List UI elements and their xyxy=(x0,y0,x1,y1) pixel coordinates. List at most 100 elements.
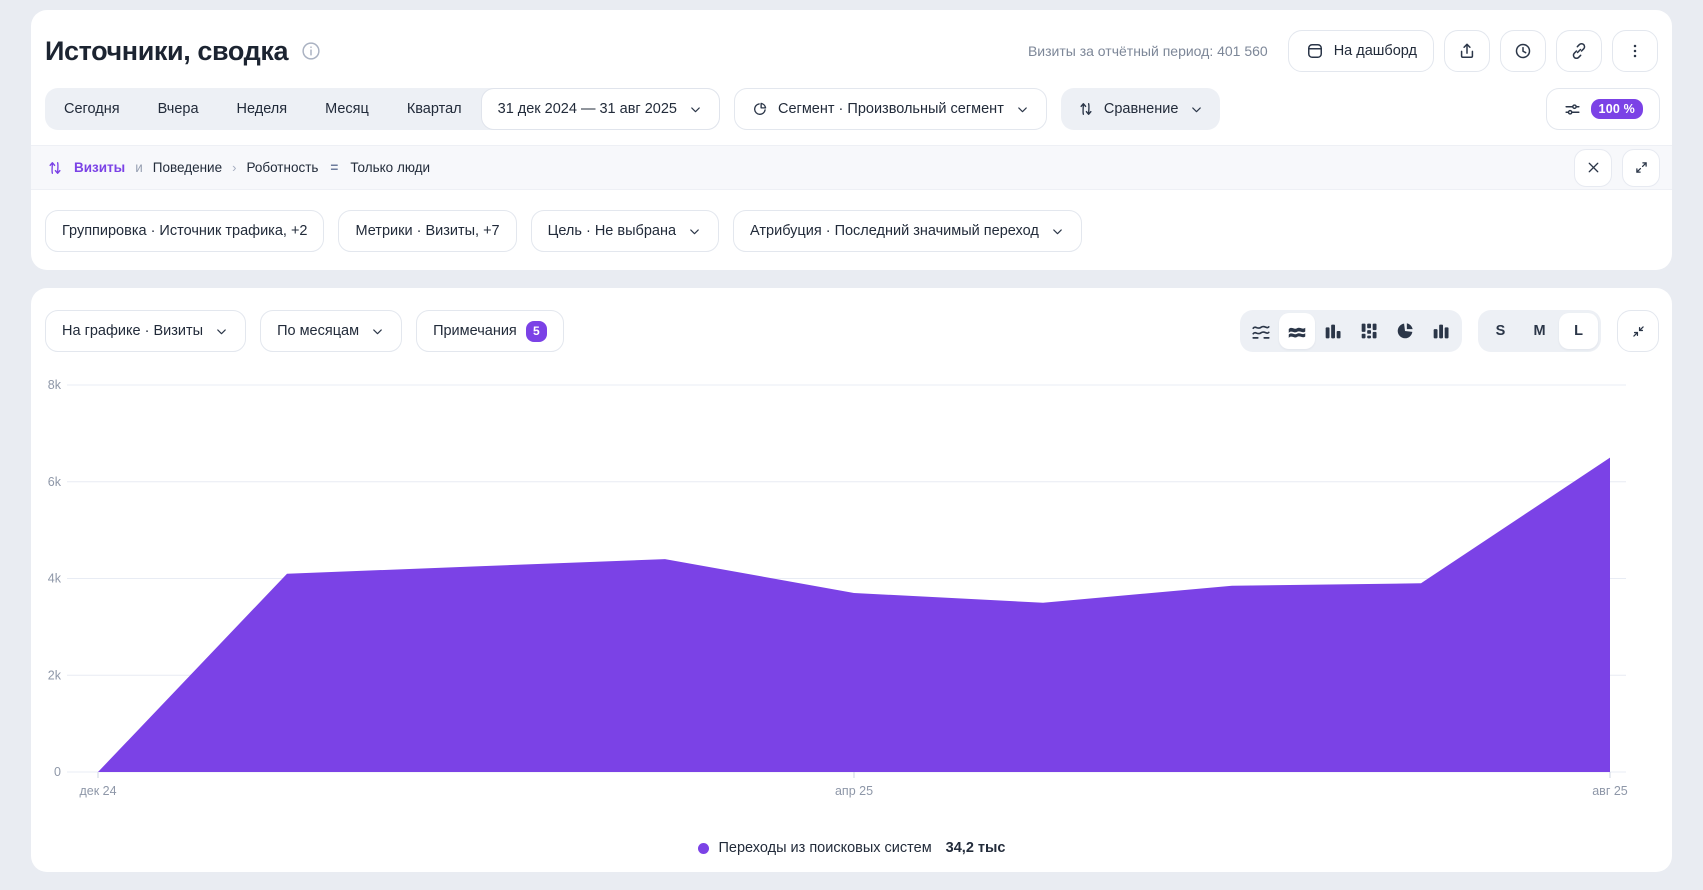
filter-metric[interactable]: Визиты xyxy=(74,160,125,175)
sliders-icon xyxy=(1563,100,1582,119)
sampling-badge: 100 % xyxy=(1591,99,1643,119)
attribution-label: Атрибуция · Последний значимый переход xyxy=(750,223,1039,239)
granularity-button[interactable]: По месяцам xyxy=(260,310,402,352)
segment-button[interactable]: Сегмент · Произвольный сегмент xyxy=(734,88,1047,130)
chart-type-bars[interactable] xyxy=(1315,313,1351,349)
header-actions: Визиты за отчётный период: 401 560 На да… xyxy=(1028,30,1658,72)
export-button[interactable] xyxy=(1444,30,1490,72)
stacked-bar-chart-icon xyxy=(1358,320,1380,342)
tab-today[interactable]: Сегодня xyxy=(45,88,139,130)
chart-type-pie[interactable] xyxy=(1387,313,1423,349)
chart-type-columns[interactable] xyxy=(1423,313,1459,349)
annotations-button[interactable]: Примечания 5 xyxy=(416,310,564,352)
compare-label: Сравнение xyxy=(1104,101,1179,117)
filter-conjunction: и xyxy=(135,160,143,175)
filter-path-parent[interactable]: Поведение xyxy=(153,160,222,175)
area-chart-svg: 0 2k 4k 6k 8k дек 24 апр 25 авг 25 xyxy=(31,350,1672,832)
close-icon xyxy=(1585,159,1602,176)
on-chart-metric-button[interactable]: На графике · Визиты xyxy=(45,310,246,352)
chart-type-switcher xyxy=(1240,310,1462,352)
compare-icon xyxy=(1077,100,1095,118)
filter-value[interactable]: Только люди xyxy=(350,160,430,175)
size-l-button[interactable]: L xyxy=(1559,313,1598,349)
tab-month[interactable]: Месяц xyxy=(306,88,388,130)
area-chart-icon xyxy=(1286,320,1308,342)
chevron-down-icon xyxy=(1015,102,1030,117)
report-header-card: Источники, сводка Визиты за отчётный пер… xyxy=(31,10,1672,270)
collapse-chart-button[interactable] xyxy=(1617,310,1659,352)
info-icon[interactable] xyxy=(300,40,322,62)
date-range-picker[interactable]: 31 дек 2024 — 31 авг 2025 xyxy=(481,88,720,130)
tab-week[interactable]: Неделя xyxy=(218,88,307,130)
chevron-down-icon xyxy=(687,224,702,239)
expand-icon xyxy=(1633,159,1650,176)
tab-quarter[interactable]: Квартал xyxy=(388,88,481,130)
svg-text:0: 0 xyxy=(54,765,61,779)
chart-type-stacked[interactable] xyxy=(1351,313,1387,349)
segment-label: Сегмент · Произвольный сегмент xyxy=(778,101,1004,117)
grouping-label: Группировка · Источник трафика, +2 xyxy=(62,223,307,239)
filter-actions xyxy=(1574,149,1660,187)
chart-card: На графике · Визиты По месяцам Примечани… xyxy=(31,288,1672,872)
filter-expression: Визиты и Поведение › Роботность = Только… xyxy=(46,159,430,177)
period-presets: Сегодня Вчера Неделя Месяц Квартал 31 де… xyxy=(45,88,720,130)
to-dashboard-label: На дашборд xyxy=(1334,43,1417,59)
segment-filter-icon xyxy=(46,159,64,177)
chart-type-line[interactable] xyxy=(1243,313,1279,349)
report-settings-row: Группировка · Источник трафика, +2 Метри… xyxy=(31,190,1672,252)
size-m-button[interactable]: M xyxy=(1520,313,1559,349)
copy-link-button[interactable] xyxy=(1556,30,1602,72)
pie-segment-icon xyxy=(751,100,769,118)
chart-controls-row: На графике · Визиты По месяцам Примечани… xyxy=(31,288,1672,352)
area-chart[interactable]: 0 2k 4k 6k 8k дек 24 апр 25 авг 25 xyxy=(31,350,1672,832)
history-button[interactable] xyxy=(1500,30,1546,72)
chevron-down-icon xyxy=(1050,224,1065,239)
breadcrumb-chevron-icon: › xyxy=(232,160,236,175)
chart-type-area[interactable] xyxy=(1279,313,1315,349)
on-chart-label: На графике · Визиты xyxy=(62,323,203,339)
legend-dot-icon xyxy=(698,843,709,854)
pie-chart-icon xyxy=(1394,320,1416,342)
column-chart-icon xyxy=(1430,320,1452,342)
share-export-icon xyxy=(1457,41,1477,61)
tab-yesterday[interactable]: Вчера xyxy=(139,88,218,130)
metrics-label: Метрики · Визиты, +7 xyxy=(355,223,499,239)
svg-text:2k: 2k xyxy=(48,668,62,682)
link-icon xyxy=(1569,41,1589,61)
svg-text:6k: 6k xyxy=(48,475,62,489)
collapse-icon xyxy=(1630,323,1647,340)
filter-clear-button[interactable] xyxy=(1574,149,1612,187)
svg-text:8k: 8k xyxy=(48,378,62,392)
svg-text:авг 25: авг 25 xyxy=(1592,784,1628,798)
goal-button[interactable]: Цель · Не выбрана xyxy=(531,210,719,252)
chevron-down-icon xyxy=(214,324,229,339)
granularity-label: По месяцам xyxy=(277,323,359,339)
line-chart-icon xyxy=(1250,320,1272,342)
svg-text:дек 24: дек 24 xyxy=(79,784,116,798)
sampling-button[interactable]: 100 % xyxy=(1546,88,1660,130)
chevron-down-icon xyxy=(370,324,385,339)
annotations-label: Примечания xyxy=(433,323,517,339)
report-period-visits: Визиты за отчётный период: 401 560 xyxy=(1028,43,1268,59)
legend-value: 34,2 тыс xyxy=(946,840,1006,856)
chart-size-switcher: S M L xyxy=(1478,310,1601,352)
page-title: Источники, сводка xyxy=(45,36,288,67)
svg-text:4k: 4k xyxy=(48,572,62,586)
compare-button[interactable]: Сравнение xyxy=(1061,88,1221,130)
period-row: Сегодня Вчера Неделя Месяц Квартал 31 де… xyxy=(31,72,1672,130)
filter-operator: = xyxy=(328,160,340,175)
filter-expand-button[interactable] xyxy=(1622,149,1660,187)
chevron-down-icon xyxy=(688,102,703,117)
more-menu-button[interactable] xyxy=(1612,30,1658,72)
size-s-button[interactable]: S xyxy=(1481,313,1520,349)
to-dashboard-button[interactable]: На дашборд xyxy=(1288,30,1434,72)
attribution-button[interactable]: Атрибуция · Последний значимый переход xyxy=(733,210,1082,252)
filter-path-child[interactable]: Роботность xyxy=(246,160,318,175)
grouping-button[interactable]: Группировка · Источник трафика, +2 xyxy=(45,210,324,252)
chevron-down-icon xyxy=(1189,102,1204,117)
svg-text:апр 25: апр 25 xyxy=(835,784,873,798)
chart-view-options: S M L xyxy=(1240,310,1659,352)
kebab-menu-icon xyxy=(1625,41,1645,61)
bar-chart-icon xyxy=(1322,320,1344,342)
metrics-button[interactable]: Метрики · Визиты, +7 xyxy=(338,210,516,252)
